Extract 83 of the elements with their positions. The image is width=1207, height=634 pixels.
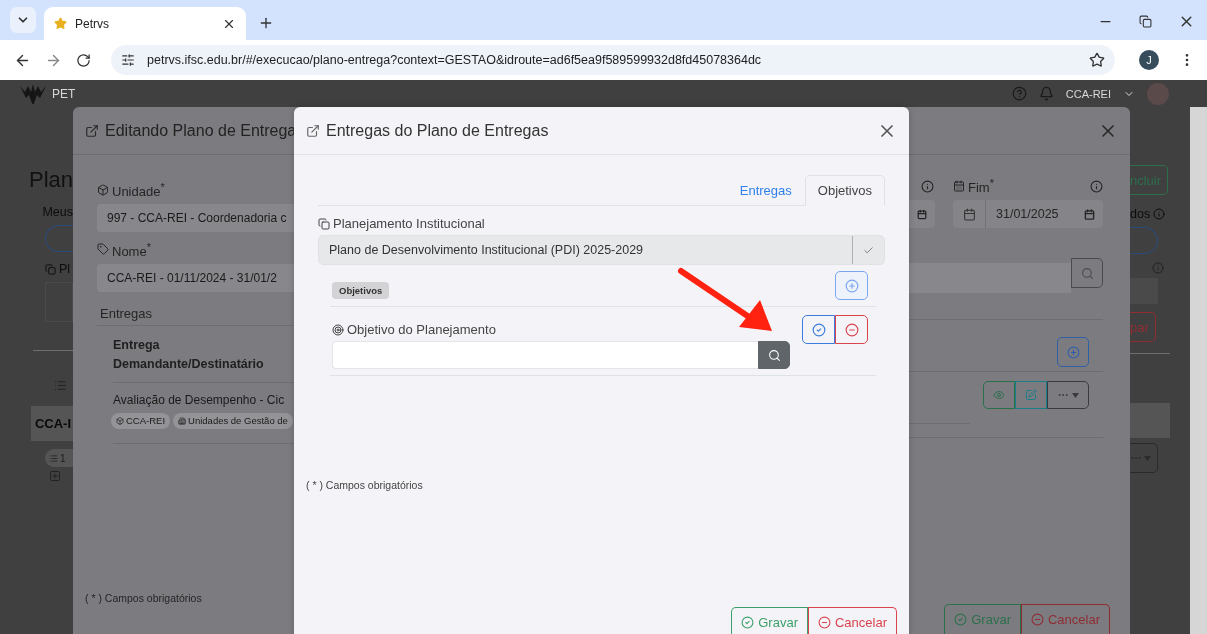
tag-icon	[97, 243, 109, 256]
bookmark-star-icon[interactable]	[1089, 52, 1105, 68]
planejamento-label: Planejamento Institucional	[333, 216, 485, 231]
section-label: Entregas	[99, 305, 154, 321]
search-button[interactable]	[758, 341, 790, 369]
objetivo-label: Objetivo do Planejamento	[347, 322, 496, 337]
external-link-icon	[306, 123, 320, 138]
fim-label: Fim$^{*}$	[968, 177, 994, 196]
new-tab-icon[interactable]	[258, 15, 274, 31]
browser-tab[interactable]: Petrvs	[44, 7, 246, 40]
fim-date-field[interactable]: 31/01/2025	[953, 200, 1103, 229]
minus-circle-icon	[844, 322, 859, 337]
check-circle-icon	[954, 613, 968, 626]
restore-icon[interactable]	[1139, 13, 1152, 30]
logo-icon	[20, 83, 46, 104]
plus-icon	[1066, 345, 1080, 359]
external-link-icon	[85, 123, 99, 138]
search-field[interactable]	[909, 263, 1071, 294]
calendar-icon[interactable]	[917, 208, 927, 220]
calendar-icon[interactable]	[1084, 208, 1095, 220]
cube-icon	[116, 416, 124, 425]
column-header: Entrega Demandante/Destinatário	[112, 336, 265, 373]
tag-chip: CCA-REI	[111, 412, 171, 429]
confirm-button[interactable]	[802, 315, 835, 344]
more-options-button[interactable]	[1047, 381, 1089, 410]
nome-label: Nome$^{*}$	[112, 240, 151, 259]
search-icon	[1080, 266, 1094, 280]
add-button[interactable]	[835, 271, 868, 300]
field-background	[1130, 278, 1158, 304]
reload-icon[interactable]	[76, 52, 91, 68]
panel-background	[45, 282, 73, 322]
required-note: ( * ) Campos obrigatórios	[306, 478, 424, 491]
building-icon	[178, 416, 187, 425]
unidade-label: Unidade$^{*}$	[112, 181, 165, 200]
nome-field[interactable]: CCA-REI - 01/11/2024 - 31/01/2	[97, 263, 294, 292]
search-button[interactable]	[1071, 258, 1103, 289]
target-icon	[332, 323, 344, 336]
info-icon	[921, 179, 934, 193]
tag-chip: Unidades de Gestão de	[173, 412, 293, 429]
cancel-button[interactable]: Cancelar	[807, 607, 897, 634]
plus-icon	[844, 278, 859, 293]
unidade-field[interactable]: 997 - CCA-REI - Coordenadoria c	[97, 204, 294, 233]
group-header	[1130, 403, 1170, 438]
info-icon	[1090, 179, 1103, 193]
edit-icon	[1025, 389, 1037, 402]
tab[interactable]: Objetivos	[804, 175, 885, 206]
modal-title: Entregas do Plano de Entregas	[326, 121, 549, 140]
tab[interactable]: Entregas	[726, 175, 805, 206]
list-icon	[54, 379, 67, 392]
favicon-icon	[54, 17, 67, 30]
modal-title: Editando Plano de Entrega	[105, 121, 297, 140]
remove-button[interactable]	[835, 315, 868, 344]
eye-icon	[993, 389, 1005, 402]
search-icon	[767, 348, 781, 362]
profile-avatar[interactable]: J	[1139, 50, 1159, 70]
minus-circle-icon	[817, 616, 831, 629]
calendar-icon	[962, 207, 976, 221]
check-circle-icon	[741, 616, 755, 629]
objetivo-input[interactable]	[332, 341, 758, 369]
copy-icon	[318, 217, 330, 230]
user-menu[interactable]: CCA-REI	[1065, 87, 1111, 100]
table-cell-text: Avaliação de Desempenho - Cic	[112, 391, 286, 407]
caret-icon	[1072, 392, 1079, 398]
check-icon[interactable]	[863, 244, 874, 256]
list-icon	[49, 453, 58, 463]
info-icon	[1152, 262, 1164, 274]
section-label: Objetivos	[332, 282, 390, 299]
date-field[interactable]	[909, 200, 935, 229]
copy-icon	[45, 263, 56, 275]
info-icon	[1153, 208, 1166, 220]
check-circle-icon	[811, 322, 826, 337]
scrollbar[interactable]	[1190, 107, 1207, 634]
group-header: CCA-I	[30, 406, 73, 441]
save-button[interactable]: Gravar	[731, 607, 808, 634]
address-bar[interactable]: petrvs.ifsc.edu.br/#/execucao/plano-entrega?context=GESTAO&idroute=ad6f5ea9f589599932d8fd45078364dc	[111, 45, 1115, 75]
required-note: ( * ) Campos obrigatórios	[85, 592, 203, 604]
site-settings-icon[interactable]	[121, 53, 135, 67]
calendar-icon	[953, 180, 965, 193]
planejamento-select[interactable]: Plano de Desenvolvimento Institucional (PDI) 2025-2029	[318, 235, 885, 265]
cube-icon	[97, 184, 109, 197]
minus-circle-icon	[1030, 613, 1044, 626]
brand-name: PET	[52, 86, 76, 101]
tab-list-button[interactable]	[10, 7, 36, 33]
